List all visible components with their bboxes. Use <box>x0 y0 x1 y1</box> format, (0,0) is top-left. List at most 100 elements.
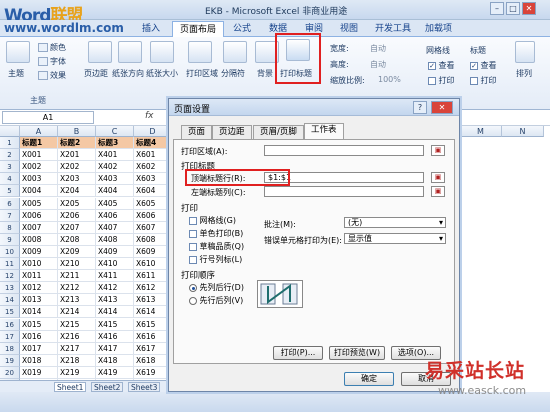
print-area-icon[interactable] <box>188 41 212 63</box>
table-cell[interactable]: X616 <box>134 331 170 343</box>
table-cell[interactable]: X617 <box>134 343 170 355</box>
column-header-c[interactable]: C <box>96 126 134 137</box>
table-cell[interactable]: X208 <box>58 233 96 246</box>
tab-header-footer[interactable]: 页眉/页脚 <box>253 125 304 139</box>
background-button[interactable]: 背景 <box>257 68 273 79</box>
orientation-icon[interactable] <box>118 41 142 63</box>
table-cell[interactable]: X003 <box>20 173 58 186</box>
fx-icon[interactable]: fx <box>145 111 154 121</box>
row-header[interactable]: 15 <box>0 306 20 319</box>
row-header[interactable]: 9 <box>0 233 20 246</box>
table-cell[interactable]: X401 <box>96 149 134 162</box>
name-box[interactable]: A1 <box>2 111 94 124</box>
table-cell[interactable]: X205 <box>58 197 96 210</box>
themes-icon[interactable] <box>6 41 30 63</box>
height-select[interactable]: 自动 <box>370 59 386 70</box>
table-cell[interactable]: X413 <box>96 294 134 307</box>
table-cell[interactable]: X603 <box>134 173 170 186</box>
table-cell[interactable]: X610 <box>134 258 170 270</box>
table-cell[interactable]: X004 <box>20 185 58 198</box>
row-header[interactable]: 8 <box>0 221 20 234</box>
table-cell[interactable]: X418 <box>96 354 134 367</box>
table-cell[interactable]: X009 <box>20 245 58 258</box>
tab-page[interactable]: 页面 <box>181 125 213 139</box>
theme-fonts-button[interactable]: 字体 <box>38 56 66 67</box>
table-cell[interactable]: X216 <box>58 330 96 343</box>
table-cell[interactable]: X007 <box>20 221 58 234</box>
ok-button[interactable]: 确定 <box>344 372 394 386</box>
gridlines-checkbox[interactable]: 网格线(G) <box>189 215 236 226</box>
row-header[interactable]: 6 <box>0 197 20 210</box>
table-cell[interactable]: X211 <box>58 270 96 283</box>
row-header[interactable]: 12 <box>0 270 20 283</box>
worksheet-right-area[interactable]: MN <box>460 126 550 380</box>
table-cell[interactable]: X204 <box>58 185 96 198</box>
tab-insert[interactable]: 插入 <box>135 21 167 37</box>
over-then-down-radio[interactable]: 先行后列(V) <box>189 295 243 306</box>
row-header[interactable]: 7 <box>0 209 20 222</box>
minimize-button[interactable]: – <box>490 2 504 15</box>
table-cell[interactable]: X407 <box>96 221 134 234</box>
gridlines-view-checkbox[interactable]: ✓ 查看 <box>428 60 455 71</box>
sheet-tab-3[interactable]: Sheet3 <box>128 382 161 392</box>
size-button[interactable]: 纸张大小 <box>146 68 178 79</box>
headings-view-checkbox[interactable]: ✓ 查看 <box>470 60 497 71</box>
column-header-b[interactable]: B <box>58 126 96 137</box>
tab-developer[interactable]: 开发工具 <box>368 21 418 37</box>
tab-page-layout[interactable]: 页面布局 <box>172 21 225 37</box>
row-header[interactable]: 2 <box>0 149 20 162</box>
table-cell[interactable]: X210 <box>58 258 96 270</box>
tab-sheet[interactable]: 工作表 <box>304 123 344 140</box>
table-cell[interactable]: X012 <box>20 282 58 295</box>
table-cell[interactable]: X215 <box>58 318 96 331</box>
print-area-button[interactable]: 打印区域 <box>186 68 218 79</box>
row-header[interactable]: 10 <box>0 245 20 258</box>
row-header[interactable]: 13 <box>0 282 20 295</box>
table-cell[interactable]: X605 <box>134 198 170 210</box>
table-cell[interactable]: X202 <box>58 161 96 174</box>
table-cell[interactable]: X019 <box>20 366 58 379</box>
down-then-over-radio[interactable]: 先列后行(D) <box>189 282 244 293</box>
column-header-m[interactable]: M <box>460 126 502 137</box>
table-cell[interactable]: X408 <box>96 233 134 246</box>
left-cols-pick-icon[interactable]: ▣ <box>431 186 445 197</box>
table-cell[interactable]: X013 <box>20 294 58 307</box>
errors-select[interactable]: 显示值 ▾ <box>344 233 446 244</box>
breaks-button[interactable]: 分隔符 <box>221 68 245 79</box>
print-preview-button[interactable]: 打印预览(W) <box>329 346 385 360</box>
table-cell[interactable]: X218 <box>58 354 96 367</box>
table-cell[interactable]: X604 <box>134 185 170 198</box>
table-cell[interactable]: X201 <box>58 149 96 162</box>
table-cell[interactable]: X405 <box>96 197 134 210</box>
table-cell[interactable]: X001 <box>20 149 58 162</box>
table-cell[interactable]: X409 <box>96 245 134 258</box>
print-area-pick-icon[interactable]: ▣ <box>431 145 445 156</box>
row-header[interactable]: 5 <box>0 185 20 198</box>
table-cell[interactable]: X614 <box>134 306 170 319</box>
row-header[interactable]: 17 <box>0 330 20 343</box>
sheet-tab-1[interactable]: Sheet1 <box>54 382 87 392</box>
table-cell[interactable]: X002 <box>20 161 58 174</box>
column-header-a[interactable]: A <box>20 126 58 137</box>
table-cell[interactable]: X416 <box>96 330 134 343</box>
table-cell[interactable]: X005 <box>20 197 58 210</box>
table-cell[interactable]: X209 <box>58 245 96 258</box>
table-cell[interactable]: X612 <box>134 282 170 295</box>
table-cell[interactable]: X219 <box>58 366 96 379</box>
table-cell[interactable]: X017 <box>20 342 58 355</box>
table-cell[interactable]: X404 <box>96 185 134 198</box>
table-cell[interactable]: X014 <box>20 306 58 319</box>
table-cell[interactable]: X619 <box>134 367 170 379</box>
row-header[interactable]: 11 <box>0 258 20 270</box>
margins-icon[interactable] <box>88 41 112 63</box>
table-cell[interactable]: X011 <box>20 270 58 283</box>
table-cell[interactable]: X018 <box>20 354 58 367</box>
table-cell[interactable]: X411 <box>96 270 134 283</box>
column-header-n[interactable]: N <box>502 126 544 137</box>
arrange-button[interactable]: 排列 <box>516 68 532 79</box>
table-cell[interactable]: X217 <box>58 342 96 355</box>
row-header[interactable]: 4 <box>0 173 20 186</box>
table-cell[interactable]: X213 <box>58 294 96 307</box>
width-select[interactable]: 自动 <box>370 43 386 54</box>
table-cell[interactable]: X006 <box>20 209 58 222</box>
